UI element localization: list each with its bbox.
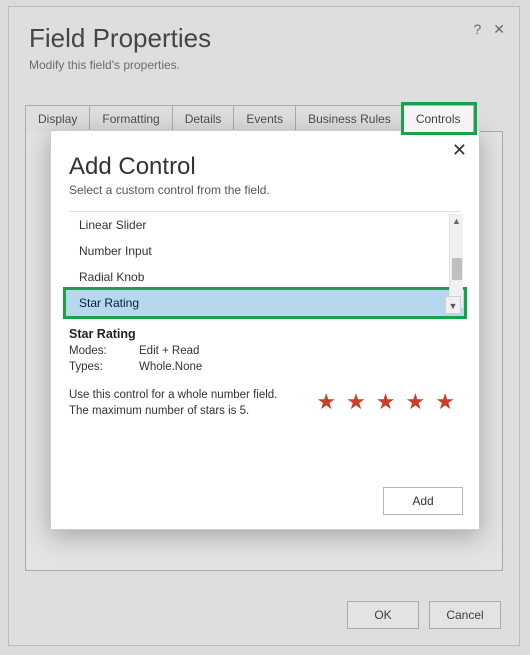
tab-strip: Display Formatting Details Events Busine… [25,104,503,131]
star-icon: ★ [346,389,366,415]
list-item-selected[interactable]: Star Rating [66,290,464,316]
tab-business-rules[interactable]: Business Rules [296,105,404,132]
dialog-title: Field Properties [29,23,499,54]
scroll-up-icon[interactable]: ▲ [450,214,463,228]
control-description: Use this control for a whole number fiel… [69,387,289,419]
modes-label: Modes: [69,345,139,357]
tab-details[interactable]: Details [173,105,235,132]
star-rating-preview: ★ ★ ★ ★ ★ [316,389,455,415]
types-value: Whole.None [139,361,202,373]
cancel-button[interactable]: Cancel [429,601,501,629]
desc-line: Use this control for a whole number fiel… [69,387,289,403]
modal-title: Add Control [69,153,461,181]
add-control-modal: ✕ Add Control Select a custom control fr… [50,130,480,530]
listbox-scrollbar[interactable]: ▲ [449,214,463,308]
modal-close-icon[interactable]: ✕ [452,141,467,159]
detail-name: Star Rating [69,327,461,341]
modal-subtitle: Select a custom control from the field. [69,183,461,197]
list-item[interactable]: Number Input [69,238,461,264]
tab-display[interactable]: Display [25,105,90,132]
control-listbox[interactable]: Linear Slider Number Input Radial Knob S… [69,211,461,311]
ok-button[interactable]: OK [347,601,419,629]
scroll-thumb[interactable] [452,258,462,280]
star-icon: ★ [316,389,336,415]
list-item[interactable]: Linear Slider [69,212,461,238]
star-icon: ★ [376,389,396,415]
close-icon[interactable]: ✕ [493,21,505,38]
chevron-down-icon[interactable]: ▼ [445,296,461,314]
add-button[interactable]: Add [383,487,463,515]
modes-value: Edit + Read [139,345,199,357]
star-icon: ★ [435,389,455,415]
tab-formatting[interactable]: Formatting [90,105,172,132]
dialog-subtitle: Modify this field's properties. [29,58,499,72]
star-icon: ★ [406,389,426,415]
list-item[interactable]: Radial Knob [69,264,461,290]
tab-controls[interactable]: Controls [404,105,474,132]
desc-line: The maximum number of stars is 5. [69,403,289,419]
types-label: Types: [69,361,139,373]
tab-events[interactable]: Events [234,105,296,132]
help-icon[interactable]: ? [473,21,481,38]
